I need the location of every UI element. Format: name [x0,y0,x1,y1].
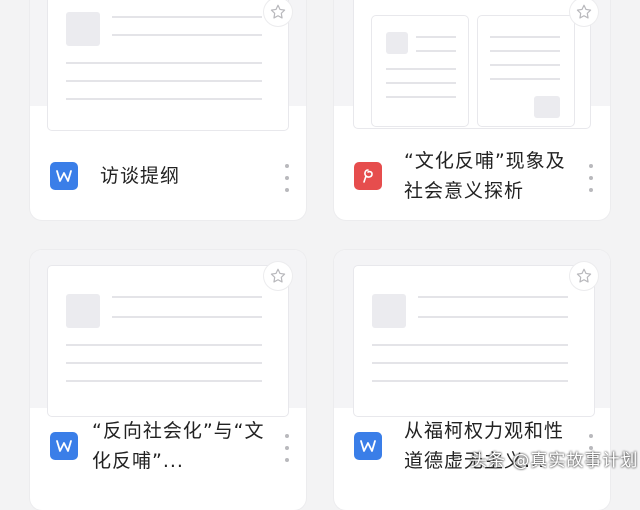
favorite-star-button[interactable] [570,262,598,290]
more-options-button[interactable] [282,164,292,192]
star-outline-icon [270,4,286,19]
word-doc-icon [50,432,78,460]
file-card[interactable]: 从福柯权力观和性道德虚无主义... [334,250,610,510]
more-options-button[interactable] [282,434,292,462]
pdf-doc-icon [354,162,382,190]
watermark-text: 头条 @真实故事计划 [470,451,639,471]
star-outline-icon [576,268,592,283]
file-card[interactable]: “文化反哺”现象及社会意义探析 [334,0,610,220]
word-doc-icon [50,162,78,190]
file-name[interactable]: “文化反哺”现象及社会意义探析 [404,146,576,206]
file-card[interactable]: 访谈提纲 [30,0,306,220]
star-outline-icon [576,4,592,19]
file-thumbnail [334,0,610,128]
word-doc-icon [354,432,382,460]
star-outline-icon [270,268,286,283]
file-name[interactable]: 访谈提纲 [100,161,270,191]
more-options-button[interactable] [586,164,596,192]
file-card[interactable]: “反向社会化”与“文化反哺”... [30,250,306,510]
file-name[interactable]: “反向社会化”与“文化反哺”... [92,416,272,476]
file-thumbnail [334,250,610,416]
favorite-star-button[interactable] [264,262,292,290]
